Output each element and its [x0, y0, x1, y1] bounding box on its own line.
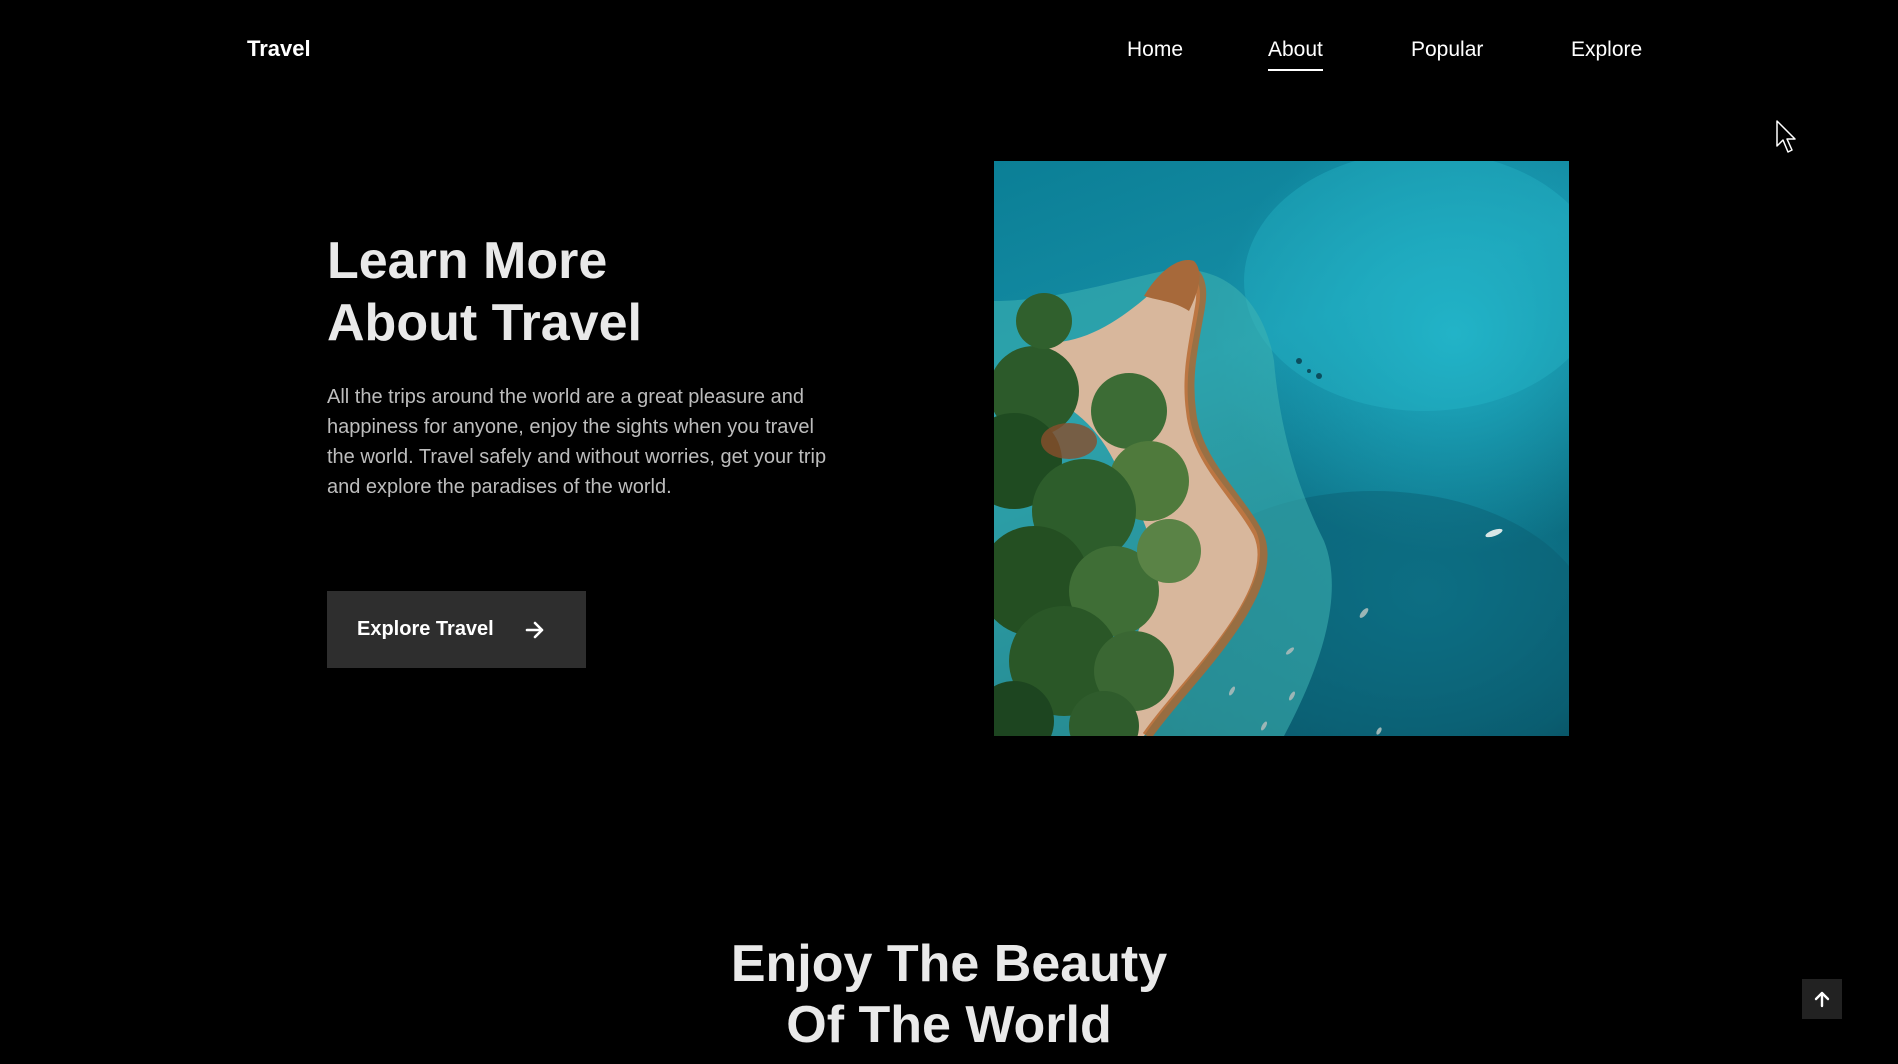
explore-travel-label: Explore Travel — [357, 618, 494, 640]
section-title-line1: Enjoy The Beauty — [730, 935, 1168, 993]
page: Travel Home About Popular Explore Learn … — [0, 0, 1898, 1064]
section-title-line2: Of The World — [786, 996, 1112, 1054]
hero-title: Learn More About Travel — [327, 230, 827, 354]
nav-about[interactable]: About — [1268, 38, 1323, 71]
hero-description: All the trips around the world are a gre… — [327, 386, 827, 498]
hero-image — [994, 161, 1569, 736]
section-title: Enjoy The Beauty Of The World — [0, 934, 1898, 1056]
explore-travel-button[interactable]: Explore Travel — [327, 591, 586, 668]
hero-title-line2: About Travel — [327, 294, 642, 352]
scroll-up-button[interactable] — [1802, 979, 1842, 1019]
nav-explore[interactable]: Explore — [1571, 38, 1642, 62]
site-logo[interactable]: Travel — [247, 36, 311, 62]
mouse-pointer-icon — [1776, 120, 1796, 153]
nav-popular[interactable]: Popular — [1411, 38, 1483, 62]
aerial-beach-illustration — [994, 161, 1569, 736]
arrow-up-icon — [1814, 991, 1830, 1008]
arrow-right-icon — [525, 621, 544, 638]
nav-home[interactable]: Home — [1127, 38, 1183, 62]
hero-title-line1: Learn More — [327, 232, 608, 290]
